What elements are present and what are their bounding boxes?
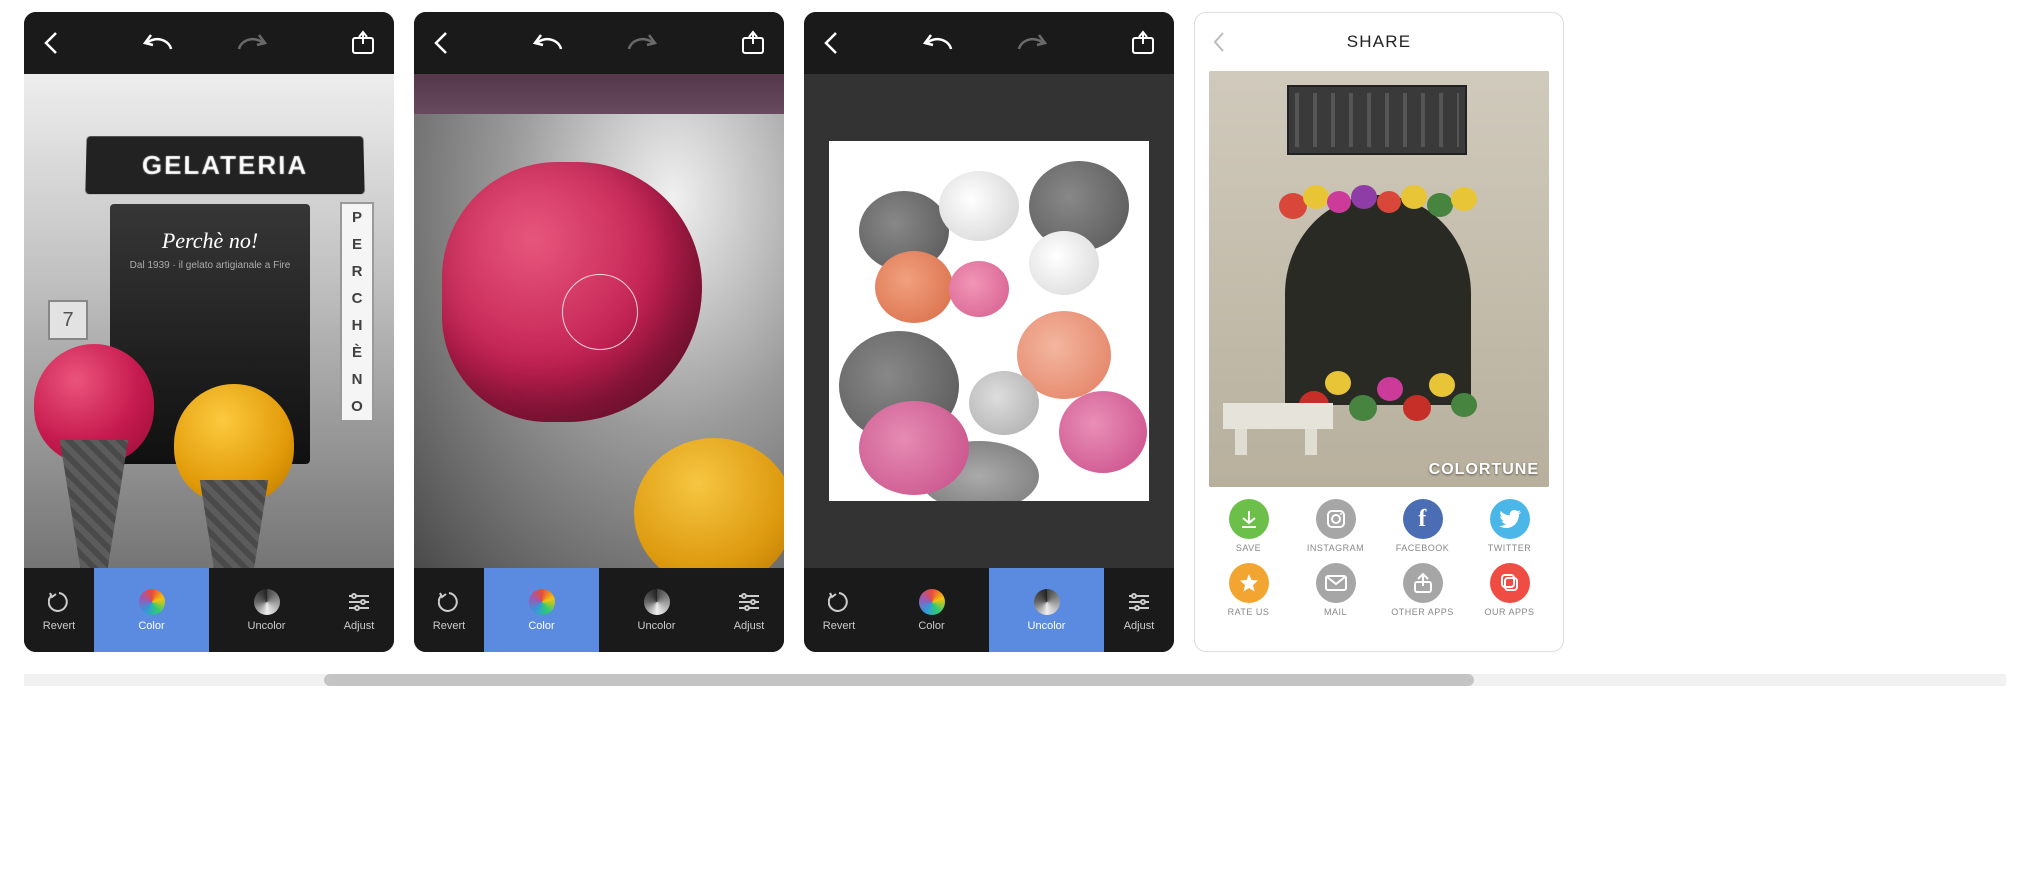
image-canvas[interactable] <box>414 74 784 568</box>
undo-icon[interactable] <box>531 33 565 53</box>
color-button[interactable]: Color <box>484 568 599 652</box>
redo-icon <box>235 33 269 53</box>
top-bar <box>804 12 1174 74</box>
share-twitter[interactable]: TWITTER <box>1470 499 1549 553</box>
editor-screen-3: Revert Color Uncolor Adjust <box>804 12 1174 652</box>
image-canvas[interactable]: GELATERIA Perchè no! Dal 1939 · il gelat… <box>24 74 394 568</box>
share-icon[interactable] <box>350 30 376 56</box>
share-mail[interactable]: MAIL <box>1296 563 1375 617</box>
revert-button[interactable]: Revert <box>414 568 484 652</box>
share-rate-us[interactable]: RATE US <box>1209 563 1288 617</box>
share-header: SHARE <box>1195 13 1563 71</box>
horizontal-scrollbar[interactable] <box>24 674 2006 686</box>
bouquet <box>829 141 1149 501</box>
color-button[interactable]: Color <box>94 568 209 652</box>
vertical-sign: P E R C H È N O <box>340 202 374 422</box>
share-title: SHARE <box>1347 32 1412 52</box>
revert-button[interactable]: Revert <box>804 568 874 652</box>
image-canvas[interactable] <box>804 74 1174 568</box>
share-screen: SHARE <box>1194 12 1564 652</box>
undo-icon[interactable] <box>921 33 955 53</box>
back-icon[interactable] <box>432 29 450 57</box>
watermark: COLORTUNE <box>1429 461 1539 479</box>
share-save[interactable]: SAVE <box>1209 499 1288 553</box>
house-number: 7 <box>48 300 88 340</box>
back-icon[interactable] <box>42 29 60 57</box>
share-our-apps[interactable]: OUR APPS <box>1470 563 1549 617</box>
store-sign: GELATERIA <box>85 136 364 194</box>
share-other-apps[interactable]: OTHER APPS <box>1383 563 1462 617</box>
gelato-yellow <box>174 384 294 568</box>
top-bar <box>24 12 394 74</box>
share-icon[interactable] <box>740 30 766 56</box>
brush-cursor <box>562 274 638 350</box>
neon-sign: Perchè no! <box>162 228 258 254</box>
adjust-button[interactable]: Adjust <box>1104 568 1174 652</box>
screenshots-row: GELATERIA Perchè no! Dal 1939 · il gelat… <box>0 0 2030 670</box>
share-facebook[interactable]: f FACEBOOK <box>1383 499 1462 553</box>
gelato-pink <box>34 344 154 568</box>
back-icon[interactable] <box>822 29 840 57</box>
back-icon[interactable] <box>1211 30 1227 54</box>
uncolor-button[interactable]: Uncolor <box>989 568 1104 652</box>
share-grid: SAVE INSTAGRAM f FACEBOOK TWITTER <box>1195 487 1563 631</box>
color-button[interactable]: Color <box>874 568 989 652</box>
share-icon[interactable] <box>1130 30 1156 56</box>
scrollbar-thumb[interactable] <box>324 674 1474 686</box>
editor-screen-2: Revert Color Uncolor Adjust <box>414 12 784 652</box>
share-instagram[interactable]: INSTAGRAM <box>1296 499 1375 553</box>
undo-icon[interactable] <box>141 33 175 53</box>
bottom-toolbar: Revert Color Uncolor Adjust <box>24 568 394 652</box>
share-preview: COLORTUNE <box>1209 71 1549 487</box>
editor-screen-1: GELATERIA Perchè no! Dal 1939 · il gelat… <box>24 12 394 652</box>
revert-button[interactable]: Revert <box>24 568 94 652</box>
uncolor-button[interactable]: Uncolor <box>599 568 714 652</box>
uncolor-button[interactable]: Uncolor <box>209 568 324 652</box>
adjust-button[interactable]: Adjust <box>324 568 394 652</box>
redo-icon <box>1015 33 1049 53</box>
redo-icon <box>625 33 659 53</box>
adjust-button[interactable]: Adjust <box>714 568 784 652</box>
top-bar <box>414 12 784 74</box>
